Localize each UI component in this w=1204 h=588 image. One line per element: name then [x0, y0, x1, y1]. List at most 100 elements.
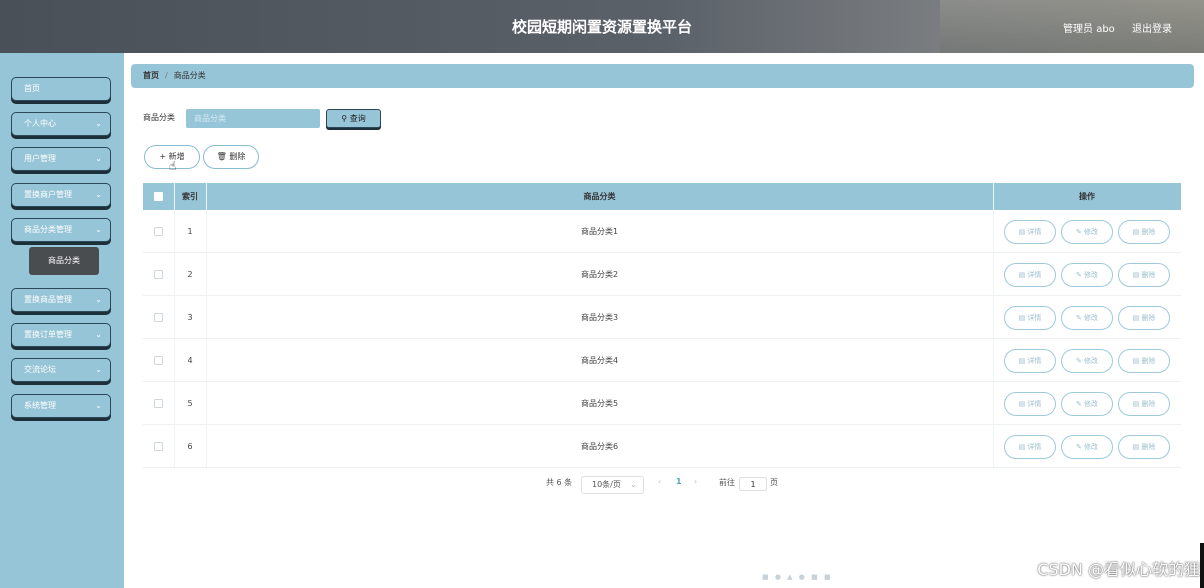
sidebar-item-system-management[interactable]: 系统管理 ⌄ [11, 394, 111, 418]
header-index: 索引 [182, 192, 198, 201]
batch-delete-button[interactable]: 🗑︎ 删除 [203, 145, 259, 169]
edit-button[interactable]: ✎ 修改 [1061, 349, 1113, 373]
header-operations: 操作 [1079, 192, 1095, 201]
trash-icon: ▤ [1132, 443, 1140, 451]
detail-label: 详情 [1027, 271, 1042, 279]
page-number-current[interactable]: 1 [676, 477, 682, 486]
breadcrumb-separator: / [165, 71, 168, 80]
cell-category: 商品分类4 [580, 356, 619, 365]
table-row: 1 商品分类1 ▤ 详情 ✎ 修改 ▤ 删除 [143, 210, 1181, 253]
sidebar-item-home[interactable]: 首页 [11, 77, 111, 101]
delete-button[interactable]: ▤ 删除 [1118, 263, 1170, 287]
chevron-down-icon: ⌄ [95, 190, 102, 199]
submenu-item-product-category[interactable]: 商品分类 [29, 247, 99, 275]
edit-button[interactable]: ✎ 修改 [1061, 306, 1113, 330]
detail-button[interactable]: ▤ 详情 [1004, 392, 1056, 416]
row-checkbox[interactable] [154, 356, 163, 365]
row-checkbox[interactable] [154, 270, 163, 279]
sidebar-item-forum[interactable]: 交流论坛 ⌄ [11, 358, 111, 382]
detail-button[interactable]: ▤ 详情 [1004, 435, 1056, 459]
sidebar-item-label: 用户管理 [24, 154, 56, 163]
document-icon: ▤ [1018, 271, 1026, 279]
sidebar-item-label: 置换订单管理 [24, 330, 72, 339]
plus-icon: + [159, 152, 167, 161]
table-row: 3 商品分类3 ▤ 详情 ✎ 修改 ▤ 删除 [143, 296, 1181, 339]
sidebar-item-user-management[interactable]: 用户管理 ⌄ [11, 147, 111, 171]
chevron-down-icon: ⌄ [95, 295, 102, 304]
detail-label: 详情 [1027, 443, 1042, 451]
sidebar-item-order-management[interactable]: 置换订单管理 ⌄ [11, 323, 111, 347]
app-title: 校园短期闲置资源置换平台 [511, 18, 692, 36]
cell-category: 商品分类5 [580, 399, 619, 408]
goto-page-input[interactable] [739, 477, 767, 491]
search-input[interactable] [186, 109, 320, 128]
delete-button[interactable]: ▤ 删除 [1118, 220, 1170, 244]
table-row: 4 商品分类4 ▤ 详情 ✎ 修改 ▤ 删除 [143, 339, 1181, 382]
cell-index: 2 [187, 270, 193, 279]
sidebar-item-personal-center[interactable]: 个人中心 ⌄ [11, 112, 111, 136]
delete-button[interactable]: ▤ 删除 [1118, 349, 1170, 373]
detail-label: 详情 [1027, 314, 1042, 322]
sidebar-item-label: 个人中心 [24, 119, 56, 128]
row-checkbox[interactable] [154, 313, 163, 322]
header-user-area: 管理员 abo 退出登录 [1049, 20, 1172, 35]
delete-button[interactable]: ▤ 删除 [1118, 392, 1170, 416]
sidebar-item-category-management[interactable]: 商品分类管理 ⌄ [11, 218, 111, 242]
cell-index: 3 [187, 313, 193, 322]
header-category: 商品分类 [583, 192, 616, 201]
cell-category: 商品分类6 [580, 442, 619, 451]
detail-button[interactable]: ▤ 详情 [1004, 263, 1056, 287]
page-size-value: 10条/页 [592, 480, 621, 489]
edit-button[interactable]: ✎ 修改 [1061, 263, 1113, 287]
csdn-watermark: CSDN @看似心软的狸 [1037, 560, 1200, 579]
trash-icon: ▤ [1132, 314, 1140, 322]
table-header: 索引 商品分类 操作 [143, 183, 1181, 210]
breadcrumb: 首页 / 商品分类 [131, 64, 1194, 88]
delete-button[interactable]: ▤ 删除 [1118, 435, 1170, 459]
pencil-icon: ✎ [1075, 228, 1082, 236]
detail-button[interactable]: ▤ 详情 [1004, 349, 1056, 373]
sidebar-item-label: 系统管理 [24, 401, 56, 410]
detail-button[interactable]: ▤ 详情 [1004, 306, 1056, 330]
sidebar-item-product-management[interactable]: 置换商品管理 ⌄ [11, 288, 111, 312]
delete-label: 删除 [1141, 443, 1156, 451]
chevron-down-icon: ⌄ [95, 401, 102, 410]
query-button[interactable]: ⚲ 查询 [326, 109, 381, 128]
delete-label: 删除 [1141, 357, 1156, 365]
edit-button[interactable]: ✎ 修改 [1061, 392, 1113, 416]
sidebar-item-label: 交流论坛 [24, 365, 56, 374]
top-header: 校园短期闲置资源置换平台 管理员 abo 退出登录 [0, 0, 1204, 53]
table-row: 2 商品分类2 ▤ 详情 ✎ 修改 ▤ 删除 [143, 253, 1181, 296]
search-icon: ⚲ [341, 114, 348, 123]
chevron-down-icon: ⌄ [95, 365, 102, 374]
edit-label: 修改 [1084, 314, 1099, 322]
select-all-checkbox[interactable] [154, 192, 163, 201]
edit-label: 修改 [1084, 271, 1099, 279]
batch-delete-label: 删除 [229, 152, 246, 161]
cell-index: 1 [187, 227, 193, 236]
edit-button[interactable]: ✎ 修改 [1061, 220, 1113, 244]
detail-label: 详情 [1027, 400, 1042, 408]
pagination-total: 共 6 条 [546, 478, 573, 487]
edit-label: 修改 [1084, 400, 1099, 408]
row-checkbox[interactable] [154, 442, 163, 451]
delete-button[interactable]: ▤ 删除 [1118, 306, 1170, 330]
edit-label: 修改 [1084, 228, 1099, 236]
delete-label: 删除 [1141, 400, 1156, 408]
logout-link[interactable]: 退出登录 [1132, 24, 1172, 35]
row-checkbox[interactable] [154, 227, 163, 236]
detail-button[interactable]: ▤ 详情 [1004, 220, 1056, 244]
chevron-down-icon: ⌄ [95, 330, 102, 339]
row-checkbox[interactable] [154, 399, 163, 408]
page-size-select[interactable]: 10条/页 ⌄ [581, 476, 644, 494]
edit-button[interactable]: ✎ 修改 [1061, 435, 1113, 459]
sidebar-item-merchant-management[interactable]: 置换商户管理 ⌄ [11, 183, 111, 207]
next-page-icon[interactable]: › [694, 477, 697, 486]
delete-label: 删除 [1141, 271, 1156, 279]
breadcrumb-home[interactable]: 首页 [143, 71, 159, 80]
detail-label: 详情 [1027, 228, 1042, 236]
table-row: 5 商品分类5 ▤ 详情 ✎ 修改 ▤ 删除 [143, 382, 1181, 425]
sidebar-item-label: 置换商品管理 [24, 295, 72, 304]
prev-page-icon[interactable]: ‹ [658, 477, 661, 486]
cell-index: 5 [187, 399, 193, 408]
